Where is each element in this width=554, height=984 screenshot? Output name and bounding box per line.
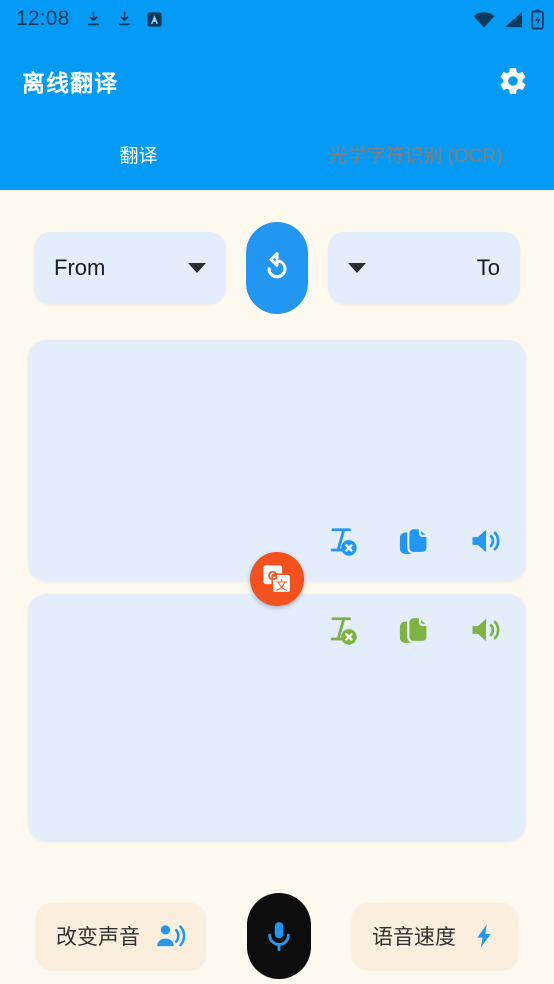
speaker-icon[interactable] bbox=[468, 612, 504, 648]
chevron-down-icon bbox=[348, 263, 366, 273]
microphone-icon bbox=[268, 922, 290, 952]
speech-speed-label: 语音速度 bbox=[372, 926, 456, 949]
tab-ocr-label: 光学字符识别 (OCR) bbox=[328, 145, 503, 167]
tab-bar: 翻译 光学字符识别 (OCR) bbox=[0, 124, 554, 190]
source-card-actions bbox=[324, 523, 504, 559]
target-text-card[interactable] bbox=[28, 594, 526, 841]
main-content: From To G 文 改变声音 语音速度 bbox=[0, 190, 554, 984]
status-bar-system-icons bbox=[472, 9, 544, 30]
source-text-card[interactable] bbox=[28, 340, 526, 581]
app-bar: 离线翻译 翻译 光学字符识别 (OCR) bbox=[0, 38, 554, 190]
speaker-icon[interactable] bbox=[468, 523, 504, 559]
page-title: 离线翻译 bbox=[22, 70, 118, 96]
change-voice-label: 改变声音 bbox=[56, 926, 140, 949]
source-language-dropdown[interactable]: From bbox=[34, 232, 226, 304]
clear-text-icon[interactable] bbox=[324, 612, 360, 648]
app-badge-a-icon bbox=[146, 11, 162, 27]
svg-text:文: 文 bbox=[276, 578, 288, 592]
settings-button[interactable] bbox=[492, 60, 534, 102]
download-icon bbox=[87, 11, 99, 25]
gear-icon bbox=[500, 68, 526, 94]
source-language-label: From bbox=[54, 255, 106, 280]
swap-rotate-icon bbox=[267, 252, 287, 279]
battery-charging-icon bbox=[531, 9, 544, 30]
tab-translate[interactable]: 翻译 bbox=[0, 124, 277, 190]
download-icon bbox=[118, 11, 130, 25]
clear-text-icon[interactable] bbox=[324, 523, 360, 559]
status-bar-notification-icons bbox=[84, 10, 163, 29]
status-bar-time: 12:08 bbox=[16, 7, 70, 30]
copy-icon[interactable] bbox=[396, 523, 432, 559]
status-bar: 12:08 bbox=[0, 0, 554, 38]
person-speaking-icon bbox=[157, 925, 186, 947]
speech-speed-button[interactable]: 语音速度 bbox=[352, 903, 518, 969]
translation-cards: G 文 bbox=[0, 340, 554, 841]
target-card-actions bbox=[324, 612, 504, 648]
lightning-bolt-icon bbox=[477, 924, 491, 948]
language-selector-row: From To bbox=[0, 190, 554, 314]
change-voice-button[interactable]: 改变声音 bbox=[36, 903, 206, 969]
bottom-action-bar: 改变声音 语音速度 bbox=[0, 888, 554, 984]
tab-translate-label: 翻译 bbox=[119, 145, 158, 167]
tab-ocr[interactable]: 光学字符识别 (OCR) bbox=[277, 124, 554, 190]
google-translate-icon: G 文 bbox=[263, 565, 292, 594]
cellular-signal-icon bbox=[504, 11, 523, 27]
app-bar-top-row: 离线翻译 bbox=[0, 38, 554, 124]
copy-icon[interactable] bbox=[396, 612, 432, 648]
microphone-button[interactable] bbox=[247, 893, 311, 979]
swap-languages-button[interactable] bbox=[246, 222, 308, 314]
chevron-down-icon bbox=[188, 263, 206, 273]
wifi-icon bbox=[473, 11, 495, 28]
target-language-label: To bbox=[476, 255, 500, 280]
target-language-dropdown[interactable]: To bbox=[328, 232, 520, 304]
google-translate-button[interactable]: G 文 bbox=[250, 552, 304, 606]
